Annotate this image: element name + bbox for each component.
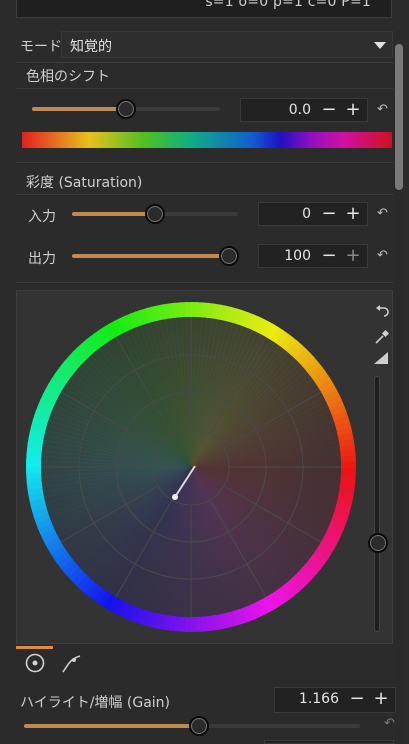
wheel-vertical-slider[interactable]: [374, 376, 380, 632]
hue-shift-number-field[interactable]: 0.0 − +: [240, 98, 368, 122]
hue-shift-increment-button[interactable]: +: [343, 100, 363, 120]
saturation-input-reset-icon[interactable]: ↶: [377, 206, 388, 221]
next-field-edge: [264, 740, 394, 744]
saturation-output-value: 100: [284, 248, 311, 264]
eyedropper-icon[interactable]: [373, 328, 391, 346]
hue-ring-segment: [340, 461, 356, 469]
gain-number-field[interactable]: 1.166 − +: [274, 687, 396, 713]
saturation-input-increment-button[interactable]: +: [343, 204, 363, 224]
chevron-down-icon: [374, 42, 386, 49]
gain-increment-button[interactable]: +: [371, 689, 391, 709]
curve-mode-icon[interactable]: [60, 651, 84, 675]
wheel-vertical-slider-knob[interactable]: [368, 533, 388, 553]
active-tab-indicator: [16, 646, 53, 649]
saturation-output-reset-icon[interactable]: ↶: [377, 248, 388, 263]
gain-value: 1.166: [298, 691, 339, 707]
saturation-output-number-field[interactable]: 100 − +: [258, 244, 368, 268]
scrollbar-thumb[interactable]: [395, 44, 403, 190]
divider: [16, 194, 393, 195]
mode-value: 知覚的: [70, 39, 112, 55]
saturation-title: 彩度 (Saturation): [26, 175, 143, 191]
saturation-output-slider[interactable]: [72, 254, 238, 258]
saturation-input-slider-knob[interactable]: [145, 204, 165, 224]
saturation-input-number-field[interactable]: 0 − +: [258, 202, 368, 226]
color-wheel[interactable]: [22, 298, 366, 642]
wheel-mode-icon[interactable]: [24, 652, 46, 674]
divider: [16, 282, 393, 283]
gain-label: ハイライト/増幅 (Gain): [20, 695, 171, 711]
divider: [16, 88, 393, 89]
hue-shift-value: 0.0: [288, 102, 311, 118]
header-box: s=1 o=0 p=1 c=0 P=1: [16, 0, 392, 18]
wheel-pointer-handle[interactable]: [172, 494, 178, 500]
saturation-output-slider-knob[interactable]: [219, 246, 239, 266]
saturation-input-decrement-button[interactable]: −: [319, 204, 339, 224]
gain-decrement-button[interactable]: −: [347, 689, 367, 709]
gain-slider-fill: [24, 724, 203, 728]
hue-shift-slider-knob[interactable]: [116, 99, 136, 119]
status-text: s=1 o=0 p=1 c=0 P=1: [205, 0, 371, 10]
saturation-input-label: 入力: [28, 209, 56, 225]
hue-shift-slider-fill: [32, 107, 126, 111]
saturation-output-decrement-button[interactable]: −: [319, 246, 339, 266]
gain-reset-icon[interactable]: ↶: [384, 716, 395, 731]
undo-icon[interactable]: [374, 302, 390, 318]
hue-spectrum-bar: [22, 132, 392, 148]
hue-shift-reset-icon[interactable]: ↶: [377, 102, 388, 117]
divider: [16, 62, 393, 63]
saturation-output-label: 出力: [28, 251, 56, 267]
saturation-output-slider-fill: [72, 254, 238, 258]
saturation-input-value: 0: [302, 206, 311, 222]
saturation-input-slider-fill: [72, 212, 155, 216]
hue-shift-title: 色相のシフト: [26, 69, 110, 85]
saturation-output-increment-button[interactable]: +: [343, 246, 363, 266]
triangle-icon[interactable]: [374, 352, 388, 364]
gain-slider-knob[interactable]: [189, 716, 209, 736]
mode-select[interactable]: 知覚的: [61, 31, 393, 58]
mode-label: モード:: [20, 39, 67, 55]
hue-shift-decrement-button[interactable]: −: [319, 100, 339, 120]
divider: [16, 162, 393, 163]
